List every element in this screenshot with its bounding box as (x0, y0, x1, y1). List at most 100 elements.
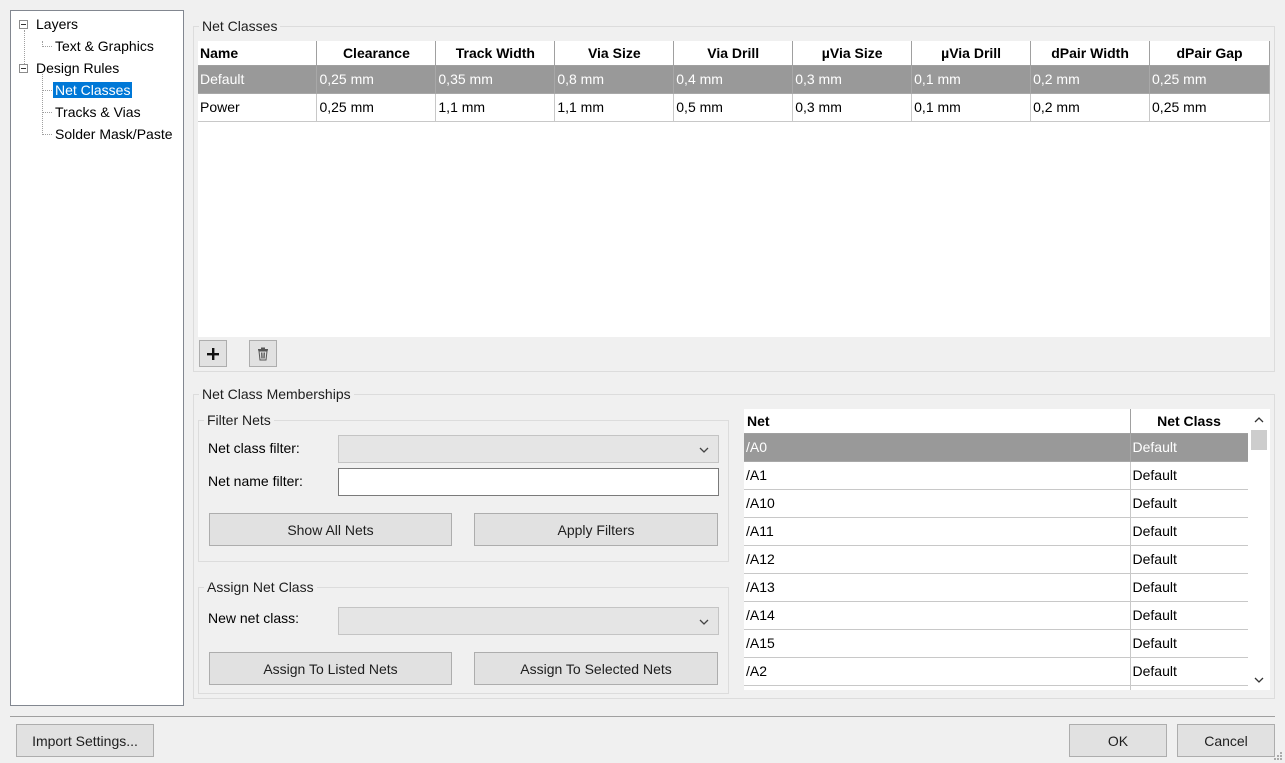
table-cell[interactable]: 0,25 mm (1149, 93, 1270, 122)
column-header[interactable]: Via Size (554, 41, 675, 66)
net-cell[interactable]: /A15 (744, 629, 1131, 658)
net-name-filter-input[interactable] (338, 468, 719, 496)
net-classes-table[interactable]: Name Clearance Track Width Via Size Via … (198, 41, 1270, 122)
column-header[interactable]: µVia Drill (911, 41, 1032, 66)
net-cell[interactable]: /A2 (744, 657, 1131, 686)
tree-connector (42, 90, 52, 91)
new-net-class-select[interactable] (338, 607, 719, 635)
net-class-cell[interactable]: Default (1130, 573, 1249, 602)
tree-item-label: Solder Mask/Paste (55, 126, 173, 142)
table-cell[interactable]: 0,2 mm (1030, 93, 1151, 122)
net-cell[interactable]: /A13 (744, 573, 1131, 602)
table-cell[interactable]: 0,25 mm (1149, 65, 1270, 94)
table-cell[interactable]: 0,5 mm (673, 93, 794, 122)
apply-filters-button[interactable]: Apply Filters (474, 513, 718, 546)
tree-connector (42, 74, 43, 133)
net-class-cell[interactable]: Default (1130, 517, 1249, 546)
table-cell[interactable]: 0,1 mm (911, 93, 1032, 122)
column-header[interactable]: Net Class (1130, 409, 1249, 434)
scroll-down-icon[interactable] (1253, 674, 1265, 686)
table-row[interactable]: /A10 Default (744, 489, 1249, 518)
assign-to-listed-nets-button[interactable]: Assign To Listed Nets (209, 652, 452, 685)
tree-connector (42, 46, 52, 47)
column-header[interactable]: dPair Gap (1149, 41, 1270, 66)
column-header[interactable]: Via Drill (673, 41, 794, 66)
net-class-cell[interactable]: Default (1130, 601, 1249, 630)
tree-item-solder-mask-paste[interactable]: Solder Mask/Paste (53, 124, 175, 144)
net-class-filter-label: Net class filter: (208, 440, 300, 456)
table-cell[interactable]: 1,1 mm (435, 93, 556, 122)
net-list-scrollbar[interactable] (1248, 409, 1270, 690)
assign-to-selected-nets-button[interactable]: Assign To Selected Nets (474, 652, 718, 685)
new-net-class-label: New net class: (208, 610, 300, 626)
table-row[interactable] (744, 685, 1249, 690)
column-header[interactable]: µVia Size (792, 41, 913, 66)
delete-net-class-button[interactable] (249, 340, 277, 367)
net-cell[interactable]: /A11 (744, 517, 1131, 546)
tree-item-net-classes[interactable]: Net Classes (53, 80, 133, 100)
table-cell[interactable]: 0,35 mm (435, 65, 556, 94)
tree-item-text-graphics[interactable]: Text & Graphics (53, 36, 156, 56)
table-row[interactable]: /A12 Default (744, 545, 1249, 574)
resize-grip-icon[interactable] (1273, 751, 1283, 761)
tree-item-layers[interactable]: Layers (34, 14, 80, 34)
column-header[interactable]: Clearance (316, 41, 437, 66)
scroll-up-icon[interactable] (1253, 414, 1265, 426)
net-class-filter-select[interactable] (338, 435, 719, 463)
tree-item-tracks-vias[interactable]: Tracks & Vias (53, 102, 143, 122)
table-cell[interactable]: 0,3 mm (792, 93, 913, 122)
net-list-header-row: Net Net Class (744, 409, 1249, 434)
collapse-icon[interactable] (19, 64, 28, 73)
show-all-nets-button[interactable]: Show All Nets (209, 513, 452, 546)
table-cell[interactable]: 1,1 mm (554, 93, 675, 122)
column-header[interactable]: Name (198, 41, 318, 66)
cancel-button[interactable]: Cancel (1177, 724, 1275, 757)
collapse-icon[interactable] (19, 20, 28, 29)
add-net-class-button[interactable] (199, 340, 227, 367)
table-row[interactable]: /A13 Default (744, 573, 1249, 602)
net-cell[interactable] (744, 685, 1131, 690)
chevron-down-icon (699, 619, 709, 625)
table-row[interactable]: /A2 Default (744, 657, 1249, 686)
net-cell[interactable]: /A12 (744, 545, 1131, 574)
net-cell[interactable]: /A0 (744, 433, 1131, 462)
net-class-cell[interactable]: Default (1130, 629, 1249, 658)
filter-nets-title: Filter Nets (204, 412, 274, 428)
import-settings-button[interactable]: Import Settings... (16, 724, 154, 757)
column-header[interactable]: Net (744, 409, 1131, 434)
net-class-cell[interactable]: Default (1130, 545, 1249, 574)
net-class-cell[interactable]: Default (1130, 461, 1249, 490)
net-list-table[interactable]: Net Net Class /A0 Default /A1 Default /A… (744, 409, 1249, 690)
net-class-cell[interactable]: Default (1130, 657, 1249, 686)
net-cell[interactable]: /A14 (744, 601, 1131, 630)
net-cell[interactable]: /A1 (744, 461, 1131, 490)
tree-item-design-rules[interactable]: Design Rules (34, 58, 121, 78)
net-cell[interactable]: /A10 (744, 489, 1131, 518)
table-cell[interactable]: 0,8 mm (554, 65, 675, 94)
table-row[interactable]: /A15 Default (744, 629, 1249, 658)
table-row[interactable]: Power 0,25 mm 1,1 mm 1,1 mm 0,5 mm 0,3 m… (198, 93, 1270, 122)
net-list[interactable]: Net Net Class /A0 Default /A1 Default /A… (744, 409, 1270, 690)
ok-button[interactable]: OK (1069, 724, 1167, 757)
table-cell[interactable]: 0,25 mm (316, 65, 437, 94)
net-class-cell[interactable]: Default (1130, 489, 1249, 518)
net-classes-grid[interactable]: Name Clearance Track Width Via Size Via … (198, 41, 1270, 337)
column-header[interactable]: Track Width (435, 41, 556, 66)
table-cell[interactable]: Default (198, 65, 318, 94)
table-cell[interactable]: 0,25 mm (316, 93, 437, 122)
table-cell[interactable]: 0,1 mm (911, 65, 1032, 94)
table-cell[interactable]: 0,4 mm (673, 65, 794, 94)
table-row[interactable]: /A14 Default (744, 601, 1249, 630)
table-cell[interactable]: Power (198, 93, 318, 122)
net-class-cell[interactable]: Default (1130, 433, 1249, 462)
table-row[interactable]: Default 0,25 mm 0,35 mm 0,8 mm 0,4 mm 0,… (198, 65, 1270, 94)
table-row[interactable]: /A0 Default (744, 433, 1249, 462)
net-class-cell[interactable] (1130, 685, 1249, 690)
table-cell[interactable]: 0,3 mm (792, 65, 913, 94)
settings-tree[interactable]: Layers Text & Graphics Design Rules Net … (10, 10, 184, 706)
scrollbar-thumb[interactable] (1251, 430, 1267, 450)
table-row[interactable]: /A1 Default (744, 461, 1249, 490)
table-cell[interactable]: 0,2 mm (1030, 65, 1151, 94)
table-row[interactable]: /A11 Default (744, 517, 1249, 546)
column-header[interactable]: dPair Width (1030, 41, 1151, 66)
